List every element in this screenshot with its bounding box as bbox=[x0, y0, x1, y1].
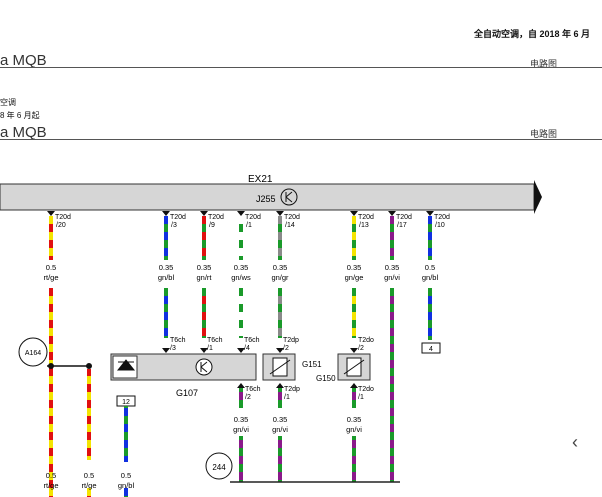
wire-size-7: 0.35 bbox=[385, 263, 400, 272]
wire-color-3: gn/rt bbox=[196, 273, 212, 282]
conn-bot-5: T2dp bbox=[283, 337, 299, 344]
lower-size-1: 0.35 bbox=[234, 415, 249, 424]
conn-lower-1: T6ch bbox=[245, 386, 261, 393]
lower-color-1: gn/vi bbox=[233, 425, 249, 434]
pin-lower-1: /2 bbox=[245, 394, 251, 401]
bottom-size-1: 0.5 bbox=[46, 471, 56, 480]
bottom-size-2: 0.5 bbox=[84, 471, 94, 480]
pin-top-2: /3 bbox=[171, 222, 177, 229]
chevron-left-icon[interactable]: ‹ bbox=[572, 432, 578, 453]
ref-12-label: 12 bbox=[122, 399, 130, 406]
bottom-color-1: rt/ge bbox=[43, 481, 58, 490]
pin-top-7: /17 bbox=[397, 222, 407, 229]
wire-size-4: 0.35 bbox=[234, 263, 249, 272]
g150-label: G150 bbox=[316, 374, 336, 383]
wire-color-4: gn/ws bbox=[231, 273, 251, 282]
wire-size-2: 0.35 bbox=[159, 263, 174, 272]
bottom-size-3: 0.5 bbox=[121, 471, 131, 480]
pin-top-1: /20 bbox=[56, 222, 66, 229]
conn-top-4: T20d bbox=[245, 214, 261, 221]
pin-top-4: /1 bbox=[246, 222, 252, 229]
conn-bot-6: T2do bbox=[358, 337, 374, 344]
lower-color-2: gn/vi bbox=[272, 425, 288, 434]
lower-color-3: gn/vi bbox=[346, 425, 362, 434]
pin-top-3: /9 bbox=[209, 222, 215, 229]
module-label: J255 bbox=[256, 194, 276, 204]
pin-bot-5: /2 bbox=[283, 345, 289, 352]
wire-color-5: gn/gr bbox=[271, 273, 289, 282]
connector-arrows-top bbox=[47, 211, 434, 216]
bottom-color-3: gn/bl bbox=[118, 481, 135, 490]
conn-top-6: T20d bbox=[358, 214, 374, 221]
wiring-diagram: EX21 J255 T20d /20 T20d /3 T20d /9 T20d … bbox=[0, 174, 542, 497]
bus-label: EX21 bbox=[248, 174, 273, 185]
wire-size-8: 0.5 bbox=[425, 263, 435, 272]
pin-bot-3: /1 bbox=[207, 345, 213, 352]
wire-color-2: gn/bl bbox=[158, 273, 175, 282]
splice-point-icon-2 bbox=[86, 363, 92, 369]
wire-color-1: rt/ge bbox=[43, 273, 58, 282]
wire-size-3: 0.35 bbox=[197, 263, 212, 272]
conn-top-2: T20d bbox=[170, 214, 186, 221]
wire-size-5: 0.35 bbox=[273, 263, 288, 272]
wire-color-6: gn/ge bbox=[345, 273, 364, 282]
pin-bot-2: /3 bbox=[170, 345, 176, 352]
conn-lower-3: T2do bbox=[358, 386, 374, 393]
pin-bot-4: /4 bbox=[244, 345, 250, 352]
wire-size-6: 0.35 bbox=[347, 263, 362, 272]
bottom-color-2: rt/ge bbox=[81, 481, 96, 490]
g107-label: G107 bbox=[176, 388, 198, 398]
pin-top-5: /14 bbox=[285, 222, 295, 229]
lower-size-2: 0.35 bbox=[273, 415, 288, 424]
pin-top-8: /10 bbox=[435, 222, 445, 229]
pin-lower-2: /1 bbox=[284, 394, 290, 401]
conn-bot-2: T6ch bbox=[170, 337, 186, 344]
conn-bot-4: T6ch bbox=[244, 337, 260, 344]
ground-label: 244 bbox=[212, 463, 226, 472]
pin-bot-6: /2 bbox=[358, 345, 364, 352]
pin-top-6: /13 bbox=[359, 222, 369, 229]
continuation-arrow-icon bbox=[534, 180, 542, 214]
conn-top-7: T20d bbox=[396, 214, 412, 221]
conn-top-3: T20d bbox=[208, 214, 224, 221]
conn-bot-3: T6ch bbox=[207, 337, 223, 344]
pin-lower-3: /1 bbox=[358, 394, 364, 401]
ref-4-label: 4 bbox=[429, 346, 433, 353]
wire-7 bbox=[390, 216, 394, 482]
wire-1 bbox=[49, 216, 53, 497]
g151-label: G151 bbox=[302, 360, 322, 369]
a164-label: A164 bbox=[25, 350, 41, 357]
wire-color-8: gn/bl bbox=[422, 273, 439, 282]
wire-size-1: 0.5 bbox=[46, 263, 56, 272]
conn-top-1: T20d bbox=[55, 214, 71, 221]
lower-size-3: 0.35 bbox=[347, 415, 362, 424]
sensor-symbol-icon bbox=[195, 358, 213, 376]
conn-top-5: T20d bbox=[284, 214, 300, 221]
conn-top-8: T20d bbox=[434, 214, 450, 221]
splice-point-icon bbox=[48, 363, 54, 369]
conn-lower-2: T2dp bbox=[284, 386, 300, 393]
wire-color-7: gn/vi bbox=[384, 273, 400, 282]
